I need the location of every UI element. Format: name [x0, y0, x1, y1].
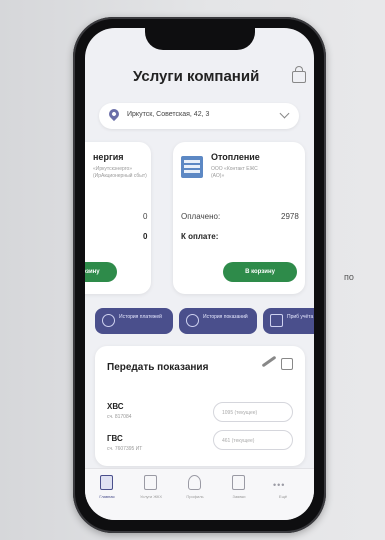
address-selector[interactable]: Иркутск, Советская, 42, 3	[99, 103, 299, 129]
card-due-value: 0	[143, 232, 148, 241]
building-icon	[181, 156, 203, 178]
phone-notch	[145, 22, 255, 50]
history-label: Приб учёта	[287, 314, 314, 320]
paid-label: Оплачено:	[181, 212, 221, 221]
services-icon	[144, 475, 157, 490]
tab-profile[interactable]: Профиль	[175, 475, 215, 505]
card-subtitle: ООО «Контакт ЕЖС (АО)»	[211, 166, 258, 179]
tab-requests[interactable]: Заявки	[219, 475, 259, 505]
bottom-tab-bar: Главная Услуги ЖКХ Профиль Заявки ••• Ещ…	[85, 468, 314, 520]
add-to-cart-button[interactable]: рзину	[85, 262, 117, 282]
phone-screen: Услуги компаний Иркутск, Советская, 42, …	[85, 28, 314, 520]
hot-water-reading-input[interactable]: 461 (текущее)	[213, 430, 293, 450]
meter-number: сч. 817084	[107, 414, 132, 420]
service-card-electricity[interactable]: нергия «Иркутскэнерго» (ИрАкционерный сб…	[85, 142, 151, 294]
tab-label: Профиль	[186, 494, 204, 499]
meter-name-hot-water: ГВС	[107, 434, 123, 443]
meter-name-cold-water: ХВС	[107, 402, 124, 411]
side-caption: по	[344, 272, 354, 282]
tab-more[interactable]: ••• Ещё	[263, 475, 303, 505]
chevron-down-icon	[279, 108, 290, 119]
submit-readings-card: Передать показания ХВС сч. 817084 1095 (…	[95, 346, 305, 466]
home-icon	[100, 475, 113, 490]
card-title: Отопление	[211, 152, 260, 162]
cart-icon[interactable]	[292, 66, 306, 83]
service-card-heating[interactable]: Отопление ООО «Контакт ЕЖС (АО)» Оплачен…	[173, 142, 305, 294]
tab-label: Главная	[99, 494, 115, 499]
history-label: История платежей	[119, 314, 162, 320]
address-text: Иркутск, Советская, 42, 3	[127, 111, 210, 118]
wrench-icon[interactable]	[261, 355, 277, 368]
tab-home[interactable]: Главная	[87, 475, 127, 505]
card-subtitle: «Иркутскэнерго» (ИрАкционерный сбыт)	[93, 166, 147, 179]
printer-icon[interactable]	[281, 358, 293, 370]
tab-label: Ещё	[278, 494, 288, 499]
meter-number: сч. 7607395 ИТ	[107, 446, 143, 452]
location-pin-icon	[106, 106, 122, 122]
history-payments-button[interactable]: История платежей	[95, 308, 173, 334]
tab-label: Услуги ЖКХ	[139, 494, 163, 499]
profile-icon	[188, 475, 201, 490]
history-label: История показаний	[203, 314, 248, 320]
clock-icon	[102, 314, 115, 327]
history-readings-button[interactable]: История показаний	[179, 308, 257, 334]
meters-button[interactable]: Приб учёта	[263, 308, 314, 334]
card-title: нергия	[93, 152, 124, 162]
paid-value: 2978	[281, 212, 299, 221]
card-value: 0	[143, 212, 148, 221]
cold-water-reading-input[interactable]: 1095 (текущее)	[213, 402, 293, 422]
add-to-cart-button[interactable]: В корзину	[223, 262, 297, 282]
tab-services[interactable]: Услуги ЖКХ	[131, 475, 171, 505]
more-icon: •••	[273, 480, 286, 490]
tab-label: Заявки	[232, 494, 246, 499]
due-label: К оплате:	[181, 232, 219, 241]
requests-icon	[232, 475, 245, 490]
header: Услуги компаний	[85, 66, 314, 88]
page-title: Услуги компаний	[133, 68, 260, 85]
readings-title: Передать показания	[107, 362, 209, 373]
clock-icon	[186, 314, 199, 327]
document-icon	[270, 314, 283, 327]
